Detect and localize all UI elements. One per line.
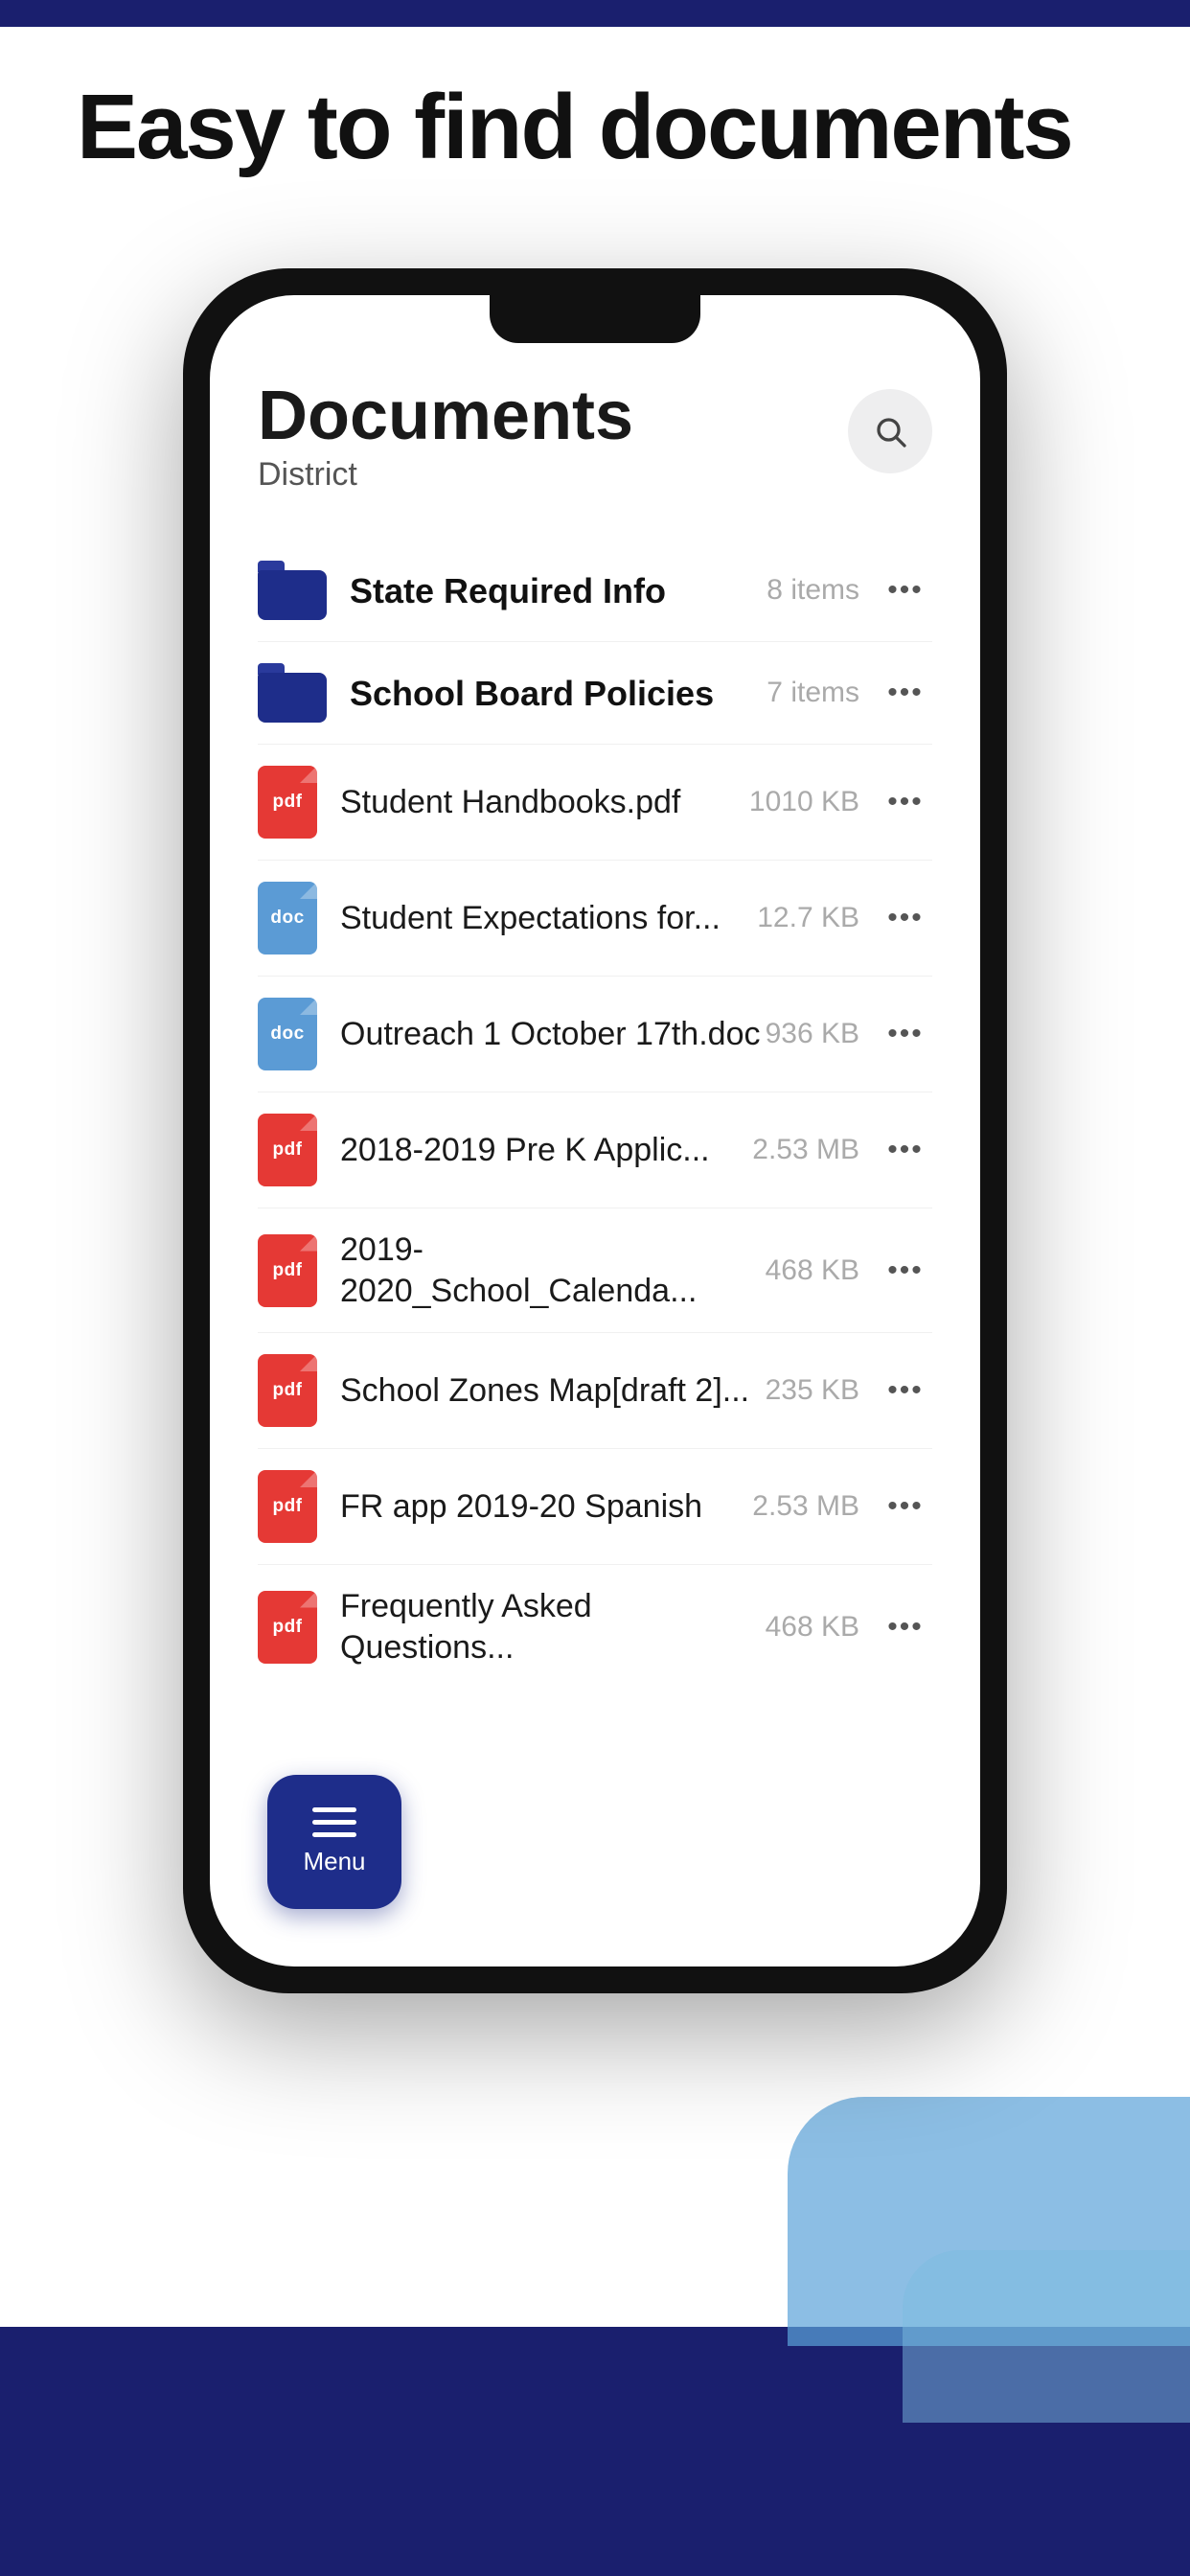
pdf-file-icon: pdf [258,1470,317,1543]
item-name-prek: 2018-2019 Pre K Applic... [340,1130,752,1171]
more-button[interactable]: ••• [879,1490,932,1523]
pdf-file-icon: pdf [258,1354,317,1427]
item-meta-school-zones: 235 KB [766,1374,859,1407]
doc-file-icon: doc [258,882,317,954]
more-dots-icon: ••• [887,574,924,607]
menu-fab-button[interactable]: Menu [267,1775,401,1909]
list-item[interactable]: pdf FR app 2019-20 Spanish 2.53 MB ••• [258,1449,932,1565]
pdf-file-icon: pdf [258,1114,317,1186]
folder-body [258,570,327,620]
item-name-fr-app: FR app 2019-20 Spanish [340,1486,752,1528]
screen-content: Documents District [210,295,980,1966]
list-item[interactable]: pdf 2019-2020_School_Calenda... 468 KB •… [258,1208,932,1333]
more-button[interactable]: ••• [879,1611,932,1644]
pdf-label: pdf [272,792,302,813]
pdf-label: pdf [272,1260,302,1281]
item-name-student-handbooks: Student Handbooks.pdf [340,782,749,823]
search-button[interactable] [848,389,932,473]
screen-subtitle: District [258,456,633,494]
item-name-school-zones: School Zones Map[draft 2]... [340,1370,766,1412]
list-item[interactable]: doc Outreach 1 October 17th.doc 936 KB •… [258,977,932,1092]
item-meta-school-board: 7 items [767,677,859,709]
more-button[interactable]: ••• [879,1134,932,1166]
item-name-state-required: State Required Info [350,569,767,612]
list-item[interactable]: pdf Student Handbooks.pdf 1010 KB ••• [258,745,932,861]
item-name-school-board: School Board Policies [350,672,767,715]
search-icon [873,414,907,448]
more-dots-icon: ••• [887,1374,924,1407]
document-list: State Required Info 8 items ••• School B… [258,540,932,1689]
list-item[interactable]: pdf 2018-2019 Pre K Applic... 2.53 MB ••… [258,1092,932,1208]
pdf-label: pdf [272,1617,302,1638]
hamburger-icon [312,1807,356,1837]
folder-icon [258,663,327,723]
more-button[interactable]: ••• [879,786,932,818]
menu-line [312,1820,356,1825]
more-dots-icon: ••• [887,1490,924,1523]
top-status-bar [0,0,1190,27]
more-button[interactable]: ••• [879,1018,932,1050]
more-dots-icon: ••• [887,1018,924,1050]
more-dots-icon: ••• [887,1254,924,1287]
list-item[interactable]: doc Student Expectations for... 12.7 KB … [258,861,932,977]
menu-line [312,1807,356,1812]
item-meta-calendar: 468 KB [766,1254,859,1287]
wave-decoration-2 [903,2250,1190,2423]
pdf-file-icon: pdf [258,1234,317,1307]
item-name-student-expectations: Student Expectations for... [340,898,757,939]
item-meta-faq: 468 KB [766,1611,859,1644]
more-dots-icon: ••• [887,677,924,709]
doc-file-icon: doc [258,998,317,1070]
pdf-label: pdf [272,1380,302,1401]
more-dots-icon: ••• [887,1611,924,1644]
more-button[interactable]: ••• [879,1254,932,1287]
list-item[interactable]: School Board Policies 7 items ••• [258,642,932,745]
item-name-calendar: 2019-2020_School_Calenda... [340,1230,766,1311]
doc-label: doc [270,1024,304,1045]
item-meta-fr-app: 2.53 MB [752,1490,859,1523]
menu-line [312,1832,356,1837]
more-button[interactable]: ••• [879,902,932,934]
phone-notch [490,295,700,343]
more-button[interactable]: ••• [879,574,932,607]
pdf-file-icon: pdf [258,1591,317,1664]
list-item[interactable]: State Required Info 8 items ••• [258,540,932,642]
more-button[interactable]: ••• [879,1374,932,1407]
phone-screen: Documents District [210,295,980,1966]
pdf-label: pdf [272,1139,302,1161]
page-headline: Easy to find documents [77,77,1072,178]
item-meta-student-expectations: 12.7 KB [757,902,859,934]
more-dots-icon: ••• [887,786,924,818]
doc-label: doc [270,908,304,929]
title-area: Documents District [258,381,633,494]
more-dots-icon: ••• [887,1134,924,1166]
item-name-outreach: Outreach 1 October 17th.doc [340,1014,766,1055]
list-item[interactable]: pdf Frequently Asked Questions... 468 KB… [258,1565,932,1689]
item-meta-outreach: 936 KB [766,1018,859,1050]
pdf-file-icon: pdf [258,766,317,839]
folder-body [258,673,327,723]
item-name-faq: Frequently Asked Questions... [340,1586,766,1668]
document-header: Documents District [258,381,932,494]
pdf-label: pdf [272,1496,302,1517]
item-meta-student-handbooks: 1010 KB [749,786,859,818]
folder-icon [258,561,327,620]
phone-frame: Documents District [183,268,1007,1993]
item-meta-state-required: 8 items [767,574,859,607]
item-meta-prek: 2.53 MB [752,1134,859,1166]
menu-label: Menu [303,1847,365,1876]
more-dots-icon: ••• [887,902,924,934]
more-button[interactable]: ••• [879,677,932,709]
list-item[interactable]: pdf School Zones Map[draft 2]... 235 KB … [258,1333,932,1449]
screen-title: Documents [258,381,633,450]
